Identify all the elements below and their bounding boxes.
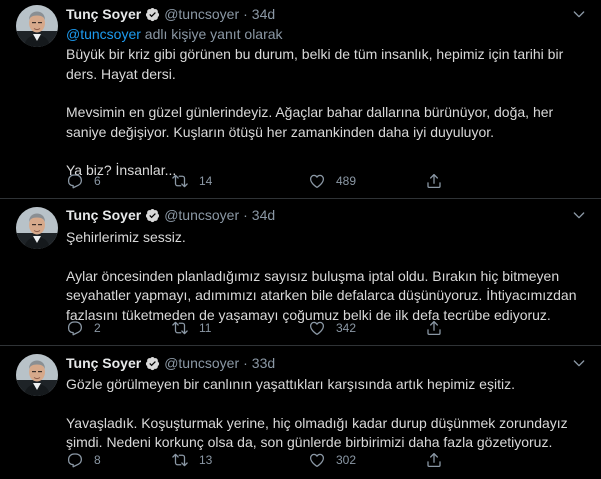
reply-button[interactable]: 6: [66, 172, 171, 190]
tweet-paragraph: Mevsimin en güzel günlerindeyiz. Ağaçlar…: [66, 104, 554, 140]
reply-count: 2: [94, 321, 101, 335]
share-icon: [425, 451, 443, 469]
reply-count: 8: [94, 453, 101, 467]
chevron-down-icon[interactable]: [571, 207, 587, 223]
like-icon: [308, 172, 326, 190]
like-button[interactable]: 489: [308, 172, 425, 190]
tweet-actions: 6 14 489: [66, 171, 536, 191]
replying-to: @tuncsoyer adlı kişiye yanıt olarak: [66, 26, 283, 42]
retweet-button[interactable]: 13: [171, 451, 308, 469]
verified-icon: [145, 7, 160, 22]
tweet-text: Şehirlerimiz sessiz. Aylar öncesinden pl…: [66, 228, 586, 325]
separator-dot: ·: [243, 207, 248, 223]
tweet-paragraph: Şehirlerimiz sessiz.: [66, 229, 186, 245]
author-name[interactable]: Tunç Soyer: [66, 355, 141, 371]
verified-icon: [145, 208, 160, 223]
retweet-button[interactable]: 11: [171, 319, 308, 337]
like-button[interactable]: 342: [308, 319, 425, 337]
avatar[interactable]: [16, 5, 58, 47]
like-icon: [308, 451, 326, 469]
chevron-down-icon[interactable]: [571, 355, 587, 371]
tweet-text: Büyük bir kriz gibi görünen bu durum, be…: [66, 45, 586, 181]
profile-photo: [16, 5, 58, 47]
reply-icon: [66, 319, 84, 337]
author-handle[interactable]: @tuncsoyer: [164, 355, 239, 371]
tweet-actions: 2 11 342: [66, 318, 536, 338]
timestamp[interactable]: 33d: [252, 355, 275, 371]
timeline: Tunç Soyer @tuncsoyer · 34d @tuncsoyer a…: [0, 0, 601, 479]
author-name[interactable]: Tunç Soyer: [66, 207, 141, 223]
reply-button[interactable]: 8: [66, 451, 171, 469]
tweet-paragraph: Yavaşladık. Koşuşturmak yerine, hiç olma…: [66, 414, 568, 451]
tweet-paragraph: Gözle görülmeyen bir canlının yaşattıkla…: [66, 376, 515, 392]
retweet-count: 11: [199, 321, 212, 335]
author-handle[interactable]: @tuncsoyer: [164, 6, 239, 22]
reply-button[interactable]: 2: [66, 319, 171, 337]
share-button[interactable]: [425, 172, 443, 190]
separator-dot: ·: [243, 6, 248, 22]
retweet-icon: [171, 451, 189, 469]
share-icon: [425, 172, 443, 190]
tweet-header: Tunç Soyer @tuncsoyer · 33d: [66, 354, 275, 372]
tweet-header: Tunç Soyer @tuncsoyer · 34d: [66, 206, 275, 224]
timestamp[interactable]: 34d: [252, 6, 275, 22]
avatar[interactable]: [16, 354, 58, 396]
reply-icon: [66, 451, 84, 469]
reply-icon: [66, 172, 84, 190]
retweet-icon: [171, 319, 189, 337]
tweet[interactable]: Tunç Soyer @tuncsoyer · 34d @tuncsoyer a…: [0, 0, 601, 199]
like-icon: [308, 319, 326, 337]
like-count: 342: [336, 321, 357, 335]
retweet-count: 14: [199, 174, 213, 188]
tweet-paragraph: Aylar öncesinden planladığımız sayısız b…: [66, 267, 577, 323]
share-button[interactable]: [425, 319, 443, 337]
tweet-text: Gözle görülmeyen bir canlının yaşattıkla…: [66, 375, 586, 453]
tweet[interactable]: Tunç Soyer @tuncsoyer · 33d Gözle görülm…: [0, 346, 601, 479]
profile-photo: [16, 207, 58, 249]
tweet-paragraph: Büyük bir kriz gibi görünen bu durum, be…: [66, 46, 564, 82]
like-button[interactable]: 302: [308, 451, 425, 469]
author-handle[interactable]: @tuncsoyer: [164, 207, 239, 223]
retweet-count: 13: [199, 453, 213, 467]
like-count: 302: [336, 453, 357, 467]
separator-dot: ·: [243, 355, 248, 371]
profile-photo: [16, 354, 58, 396]
verified-icon: [145, 356, 160, 371]
chevron-down-icon[interactable]: [571, 6, 587, 22]
timestamp[interactable]: 34d: [252, 207, 275, 223]
reply-count: 6: [94, 174, 101, 188]
tweet-header: Tunç Soyer @tuncsoyer · 34d: [66, 5, 275, 23]
reply-suffix: adlı kişiye yanıt olarak: [140, 26, 283, 42]
tweet[interactable]: Tunç Soyer @tuncsoyer · 34d Şehirlerimiz…: [0, 199, 601, 346]
retweet-button[interactable]: 14: [171, 172, 308, 190]
share-icon: [425, 319, 443, 337]
reply-mention-link[interactable]: @tuncsoyer: [66, 26, 141, 42]
share-button[interactable]: [425, 451, 443, 469]
author-name[interactable]: Tunç Soyer: [66, 6, 141, 22]
tweet-actions: 8 13 302: [66, 450, 536, 470]
avatar[interactable]: [16, 207, 58, 249]
retweet-icon: [171, 172, 189, 190]
like-count: 489: [336, 174, 357, 188]
